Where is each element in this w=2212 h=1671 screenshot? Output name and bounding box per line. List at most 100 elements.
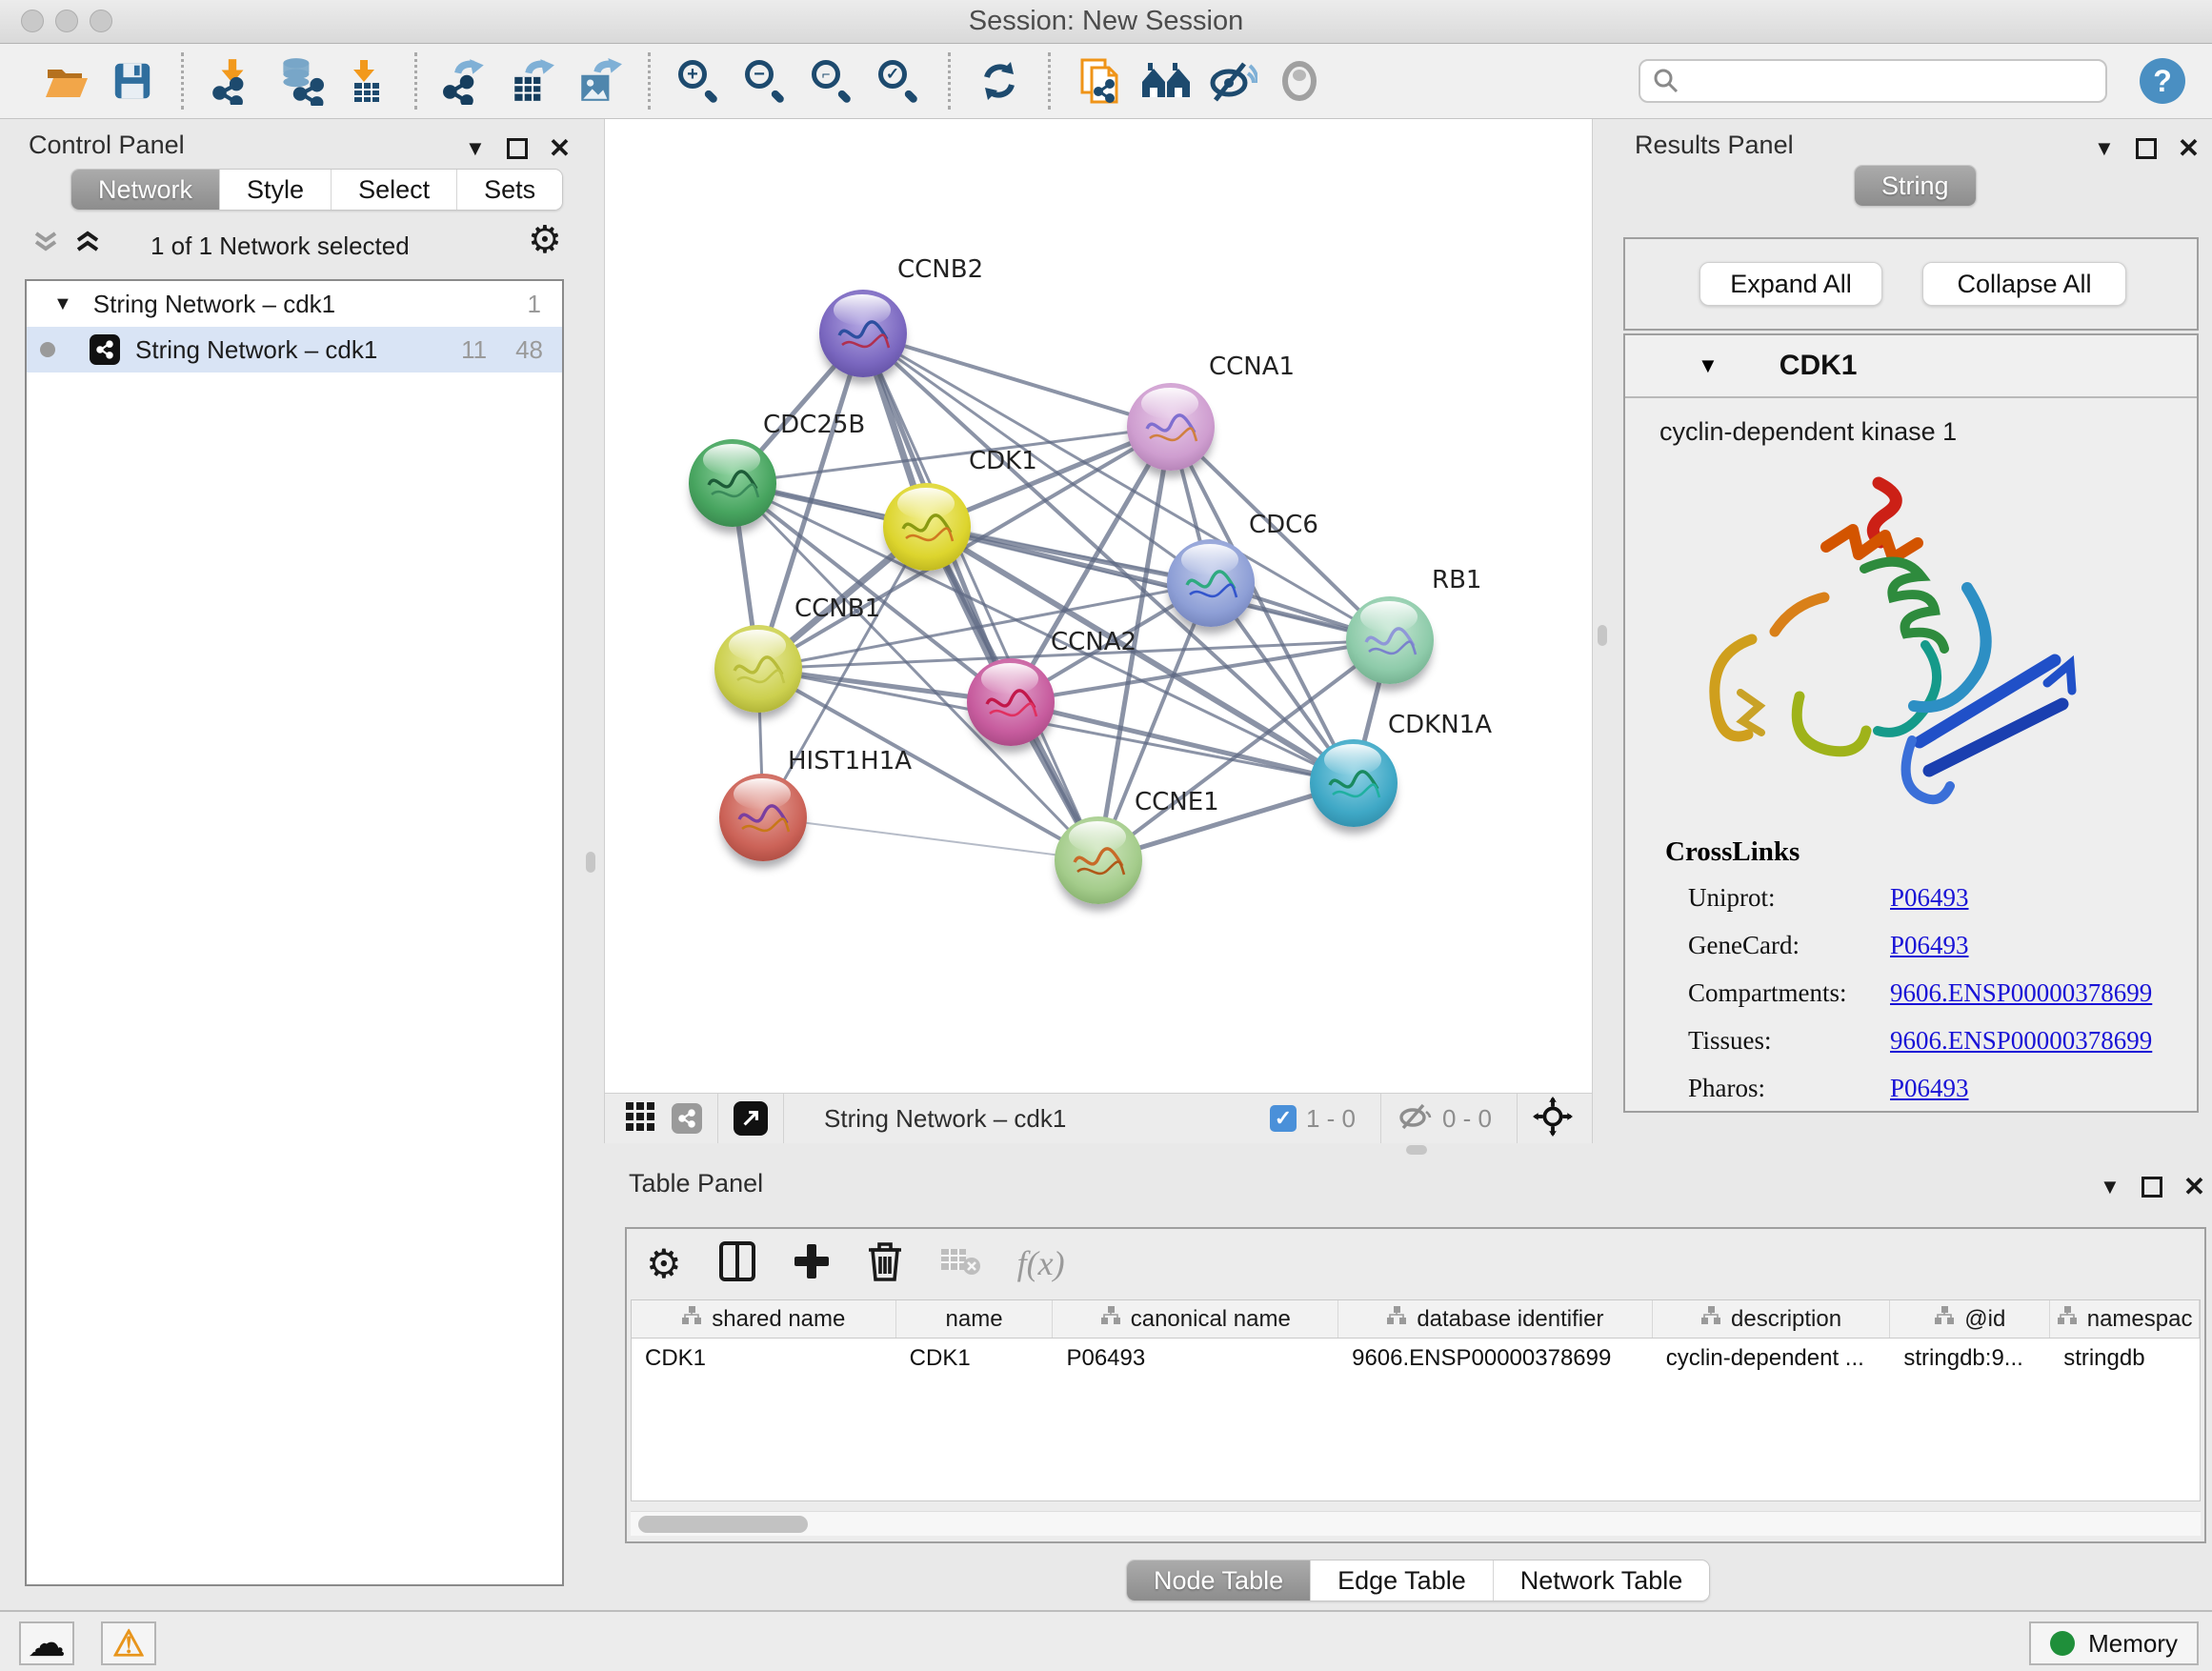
network-node-ccnb2[interactable]: [819, 290, 907, 377]
clone-network-icon[interactable]: [1073, 54, 1126, 108]
search-input[interactable]: [1680, 66, 2094, 97]
network-node-cdc6[interactable]: [1167, 539, 1255, 627]
export-table-icon[interactable]: [506, 54, 559, 108]
crosslink-link[interactable]: 9606.ENSP00000378699: [1890, 1026, 2152, 1056]
network-canvas[interactable]: CCNB2CCNA1CDC25BCDK1CDC6RB1CCNB1CCNA2CDK…: [605, 127, 1594, 1093]
column-header-shared-name[interactable]: shared name: [632, 1300, 896, 1338]
table-header-row[interactable]: shared namenamecanonical namedatabase id…: [632, 1300, 2200, 1339]
tab-select[interactable]: Select: [331, 170, 456, 210]
grid-view-icon[interactable]: [626, 1102, 654, 1136]
collapse-all-button[interactable]: Collapse All: [1922, 262, 2126, 306]
column-header--id[interactable]: @id: [1890, 1300, 2050, 1338]
table-cell[interactable]: cyclin-dependent ...: [1653, 1339, 1891, 1379]
float-panel-icon[interactable]: [507, 138, 528, 159]
right-splitter-handle[interactable]: [1598, 625, 1607, 646]
entry-header[interactable]: ▼ CDK1: [1625, 335, 2197, 398]
save-session-icon[interactable]: [106, 54, 159, 108]
entry-expander-icon[interactable]: ▼: [1698, 353, 1719, 378]
table-settings-gear-icon[interactable]: ⚙: [646, 1240, 682, 1287]
network-view-icon[interactable]: [672, 1103, 702, 1134]
tab-style[interactable]: Style: [219, 170, 331, 210]
selected-checkbox-icon[interactable]: ✓: [1270, 1105, 1297, 1132]
panel-menu-icon[interactable]: ▼: [465, 136, 486, 161]
zoom-in-icon[interactable]: +: [673, 54, 726, 108]
float-panel-icon[interactable]: [2136, 138, 2157, 159]
network-node-rb1[interactable]: [1346, 596, 1434, 684]
delete-column-trash-icon[interactable]: [867, 1240, 903, 1287]
table-cell[interactable]: stringdb: [2050, 1339, 2200, 1379]
node-table[interactable]: shared namenamecanonical namedatabase id…: [631, 1299, 2201, 1501]
column-header-database-identifier[interactable]: database identifier: [1338, 1300, 1653, 1338]
detach-view-icon[interactable]: [734, 1101, 768, 1136]
collection-expander-icon[interactable]: ▼: [53, 293, 72, 315]
left-splitter-handle[interactable]: [586, 852, 595, 873]
network-node-ccna2[interactable]: [967, 658, 1055, 746]
add-column-icon[interactable]: [793, 1242, 831, 1285]
table-row[interactable]: CDK1CDK1P064939606.ENSP00000378699cyclin…: [632, 1339, 2200, 1379]
bottom-splitter-handle[interactable]: [1406, 1145, 1427, 1155]
network-node-cdc25b[interactable]: [689, 439, 776, 527]
tab-network-table[interactable]: Network Table: [1493, 1560, 1710, 1601]
memory-button[interactable]: Memory: [2029, 1621, 2199, 1665]
import-network-from-file-icon[interactable]: [206, 54, 259, 108]
network-edge[interactable]: [863, 333, 1098, 860]
results-panel-tabs[interactable]: String: [1854, 165, 1977, 207]
table-cell[interactable]: CDK1: [896, 1339, 1054, 1379]
tab-node-table[interactable]: Node Table: [1127, 1560, 1310, 1601]
import-table-from-file-icon[interactable]: [339, 54, 392, 108]
table-panel-tabs[interactable]: Node TableEdge TableNetwork Table: [1126, 1560, 1710, 1601]
crosslink-link[interactable]: 9606.ENSP00000378699: [1890, 978, 2152, 1008]
zoom-fit-content-icon[interactable]: ⌐: [806, 54, 859, 108]
column-header-canonical-name[interactable]: canonical name: [1053, 1300, 1338, 1338]
network-row[interactable]: String Network – cdk1 11 48: [27, 327, 562, 372]
zoom-out-icon[interactable]: −: [739, 54, 793, 108]
network-node-ccne1[interactable]: [1055, 816, 1142, 904]
column-header-description[interactable]: description: [1653, 1300, 1891, 1338]
expand-all-button[interactable]: Expand All: [1699, 262, 1882, 306]
panel-menu-icon[interactable]: ▼: [2100, 1175, 2121, 1199]
tab-string[interactable]: String: [1855, 166, 1976, 206]
refresh-view-icon[interactable]: [973, 54, 1026, 108]
open-session-icon[interactable]: [39, 54, 92, 108]
table-cell[interactable]: CDK1: [632, 1339, 896, 1379]
tab-network[interactable]: Network: [71, 170, 219, 210]
network-options-gear-icon[interactable]: ⚙: [528, 218, 562, 262]
network-node-ccnb1[interactable]: [714, 625, 802, 713]
close-panel-icon[interactable]: ✕: [2178, 132, 2200, 164]
hide-selected-icon[interactable]: [1206, 54, 1259, 108]
float-panel-icon[interactable]: [2142, 1177, 2162, 1198]
cloud-button[interactable]: ☁: [19, 1621, 74, 1665]
network-view[interactable]: CCNB2CCNA1CDC25BCDK1CDC6RB1CCNB1CCNA2CDK…: [604, 119, 1593, 1143]
delete-table-icon[interactable]: [939, 1245, 981, 1282]
column-header-namespac[interactable]: namespac: [2050, 1300, 2200, 1338]
table-cell[interactable]: 9606.ENSP00000378699: [1338, 1339, 1653, 1379]
export-image-icon[interactable]: [573, 54, 626, 108]
close-panel-icon[interactable]: ✕: [2183, 1171, 2205, 1202]
toggle-graphics-details-icon[interactable]: [1139, 54, 1193, 108]
control-panel-tabs[interactable]: NetworkStyleSelectSets: [70, 169, 563, 211]
panel-menu-icon[interactable]: ▼: [2094, 136, 2115, 161]
help-icon[interactable]: ?: [2140, 58, 2185, 104]
show-all-icon[interactable]: [1273, 54, 1326, 108]
scrollbar-thumb[interactable]: [638, 1516, 808, 1533]
table-horizontal-scrollbar[interactable]: [631, 1511, 2201, 1536]
table-cell[interactable]: P06493: [1053, 1339, 1338, 1379]
network-node-cdk1[interactable]: [883, 483, 971, 571]
expand-all-icon[interactable]: [74, 230, 101, 259]
network-edge[interactable]: [763, 817, 1098, 860]
export-network-icon[interactable]: [439, 54, 493, 108]
collapse-all-icon[interactable]: [32, 230, 59, 259]
network-node-hist1h1a[interactable]: [719, 774, 807, 861]
network-edge[interactable]: [863, 333, 1171, 427]
apply-function-icon[interactable]: f(x): [1017, 1243, 1065, 1283]
tab-edge-table[interactable]: Edge Table: [1310, 1560, 1493, 1601]
crosslink-link[interactable]: P06493: [1890, 1074, 1969, 1103]
crosslink-link[interactable]: P06493: [1890, 883, 1969, 913]
close-panel-icon[interactable]: ✕: [549, 132, 571, 164]
network-node-cdkn1a[interactable]: [1310, 739, 1398, 827]
network-node-ccna1[interactable]: [1127, 383, 1215, 471]
import-network-from-database-icon[interactable]: [272, 54, 326, 108]
table-cell[interactable]: stringdb:9...: [1890, 1339, 2050, 1379]
tab-sets[interactable]: Sets: [456, 170, 562, 210]
show-columns-icon[interactable]: [718, 1240, 756, 1287]
